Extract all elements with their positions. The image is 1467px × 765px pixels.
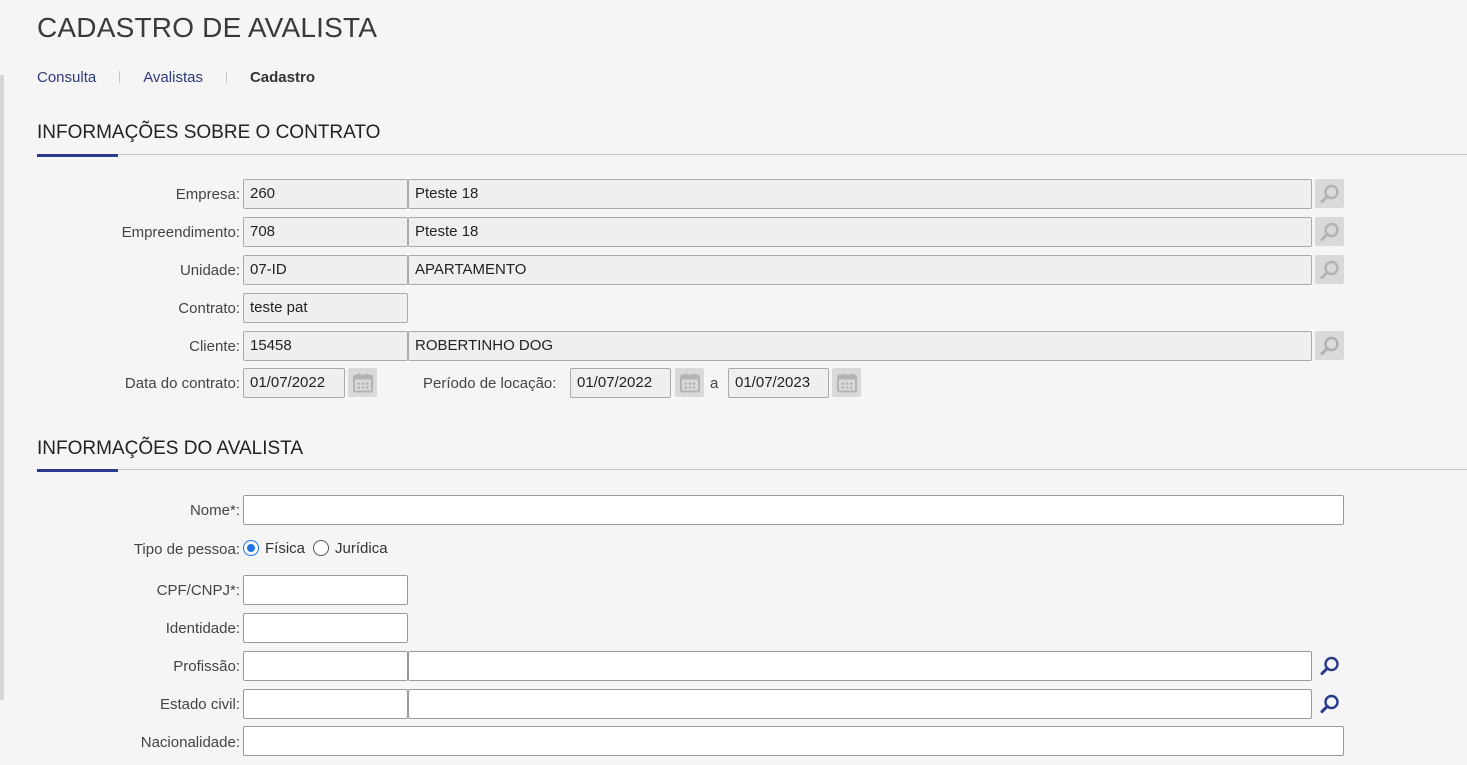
tipo-pessoa-juridica-radio[interactable] xyxy=(313,540,330,556)
unidade-lookup-button[interactable] xyxy=(1315,255,1344,284)
calendar-icon xyxy=(352,373,373,392)
breadcrumb-avalistas[interactable]: Avalistas xyxy=(143,69,203,86)
periodo-fim-calendar-button[interactable] xyxy=(832,368,861,397)
calendar-icon xyxy=(836,373,857,392)
magnifier-icon xyxy=(1320,260,1339,279)
profissao-lookup-button[interactable] xyxy=(1315,651,1344,680)
breadcrumb: Consulta Avalistas Cadastro xyxy=(37,67,315,87)
breadcrumb-cadastro: Cadastro xyxy=(249,68,315,86)
cliente-code-field[interactable]: 15458 xyxy=(243,331,408,361)
data-contrato-calendar-button[interactable] xyxy=(348,368,377,397)
periodo-fim-field[interactable]: 01/07/2023 xyxy=(728,368,829,398)
section-divider xyxy=(37,469,1467,470)
estado-civil-code-input[interactable] xyxy=(243,689,408,719)
cliente-name-field[interactable]: ROBERTINHO DOG xyxy=(408,331,1312,361)
tipo-pessoa-label: Tipo de pessoa: xyxy=(133,541,240,558)
unidade-label: Unidade: xyxy=(179,262,240,279)
unidade-code-field[interactable]: 07-ID xyxy=(243,255,408,285)
tipo-pessoa-fisica-radio[interactable] xyxy=(243,540,259,556)
guarantor-section-title: INFORMAÇÕES DO AVALISTA xyxy=(37,438,304,459)
empresa-name-field[interactable]: Pteste 18 xyxy=(408,179,1312,209)
nome-input[interactable] xyxy=(243,495,1344,525)
cpf-cnpj-input[interactable] xyxy=(243,575,408,605)
magnifier-icon xyxy=(1320,336,1339,355)
cpf-cnpj-label: CPF/CNPJ*: xyxy=(156,582,240,599)
empreendimento-code-field[interactable]: 708 xyxy=(243,217,408,247)
empresa-lookup-button[interactable] xyxy=(1315,179,1344,208)
section-divider xyxy=(37,154,1467,155)
data-contrato-field[interactable]: 01/07/2022 xyxy=(243,368,345,398)
unidade-name-field[interactable]: APARTAMENTO xyxy=(408,255,1312,285)
magnifier-icon xyxy=(1320,656,1339,675)
periodo-inicio-field[interactable]: 01/07/2022 xyxy=(570,368,671,398)
left-edge-rule xyxy=(0,75,4,700)
magnifier-icon xyxy=(1320,222,1339,241)
data-contrato-label: Data do contrato: xyxy=(124,375,240,392)
empreendimento-name-field[interactable]: Pteste 18 xyxy=(408,217,1312,247)
tipo-pessoa-radio-group: Física Jurídica xyxy=(243,538,396,558)
profissao-code-input[interactable] xyxy=(243,651,408,681)
cliente-lookup-button[interactable] xyxy=(1315,331,1344,360)
empresa-label: Empresa: xyxy=(175,186,240,203)
tipo-pessoa-fisica-label[interactable]: Física xyxy=(265,540,305,557)
estado-civil-name-input[interactable] xyxy=(408,689,1312,719)
profissao-label: Profissão: xyxy=(173,658,240,675)
nome-label: Nome*: xyxy=(189,502,240,519)
nacionalidade-input[interactable] xyxy=(243,726,1344,756)
empresa-code-field[interactable]: 260 xyxy=(243,179,408,209)
tipo-pessoa-juridica-label[interactable]: Jurídica xyxy=(335,540,388,557)
estado-civil-lookup-button[interactable] xyxy=(1315,689,1344,718)
section-accent-bar xyxy=(37,154,118,157)
identidade-label: Identidade: xyxy=(165,620,240,637)
nacionalidade-label: Nacionalidade: xyxy=(140,734,240,751)
magnifier-icon xyxy=(1320,184,1339,203)
profissao-name-input[interactable] xyxy=(408,651,1312,681)
calendar-icon xyxy=(679,373,700,392)
periodo-locacao-label: Período de locação: xyxy=(423,375,557,392)
contrato-field[interactable]: teste pat xyxy=(243,293,408,323)
page-title: CADASTRO DE AVALISTA xyxy=(37,12,378,43)
periodo-separator: a xyxy=(710,375,719,392)
contrato-label: Contrato: xyxy=(178,300,240,317)
section-accent-bar xyxy=(37,469,118,472)
empreendimento-label: Empreendimento: xyxy=(121,224,240,241)
identidade-input[interactable] xyxy=(243,613,408,643)
magnifier-icon xyxy=(1320,694,1339,713)
periodo-inicio-calendar-button[interactable] xyxy=(675,368,704,397)
breadcrumb-separator xyxy=(119,71,121,83)
breadcrumb-separator xyxy=(225,71,227,83)
cliente-label: Cliente: xyxy=(189,338,240,355)
empreendimento-lookup-button[interactable] xyxy=(1315,217,1344,246)
estado-civil-label: Estado civil: xyxy=(159,696,240,713)
breadcrumb-consulta[interactable]: Consulta xyxy=(37,69,96,86)
contract-section-title: INFORMAÇÕES SOBRE O CONTRATO xyxy=(37,122,381,143)
